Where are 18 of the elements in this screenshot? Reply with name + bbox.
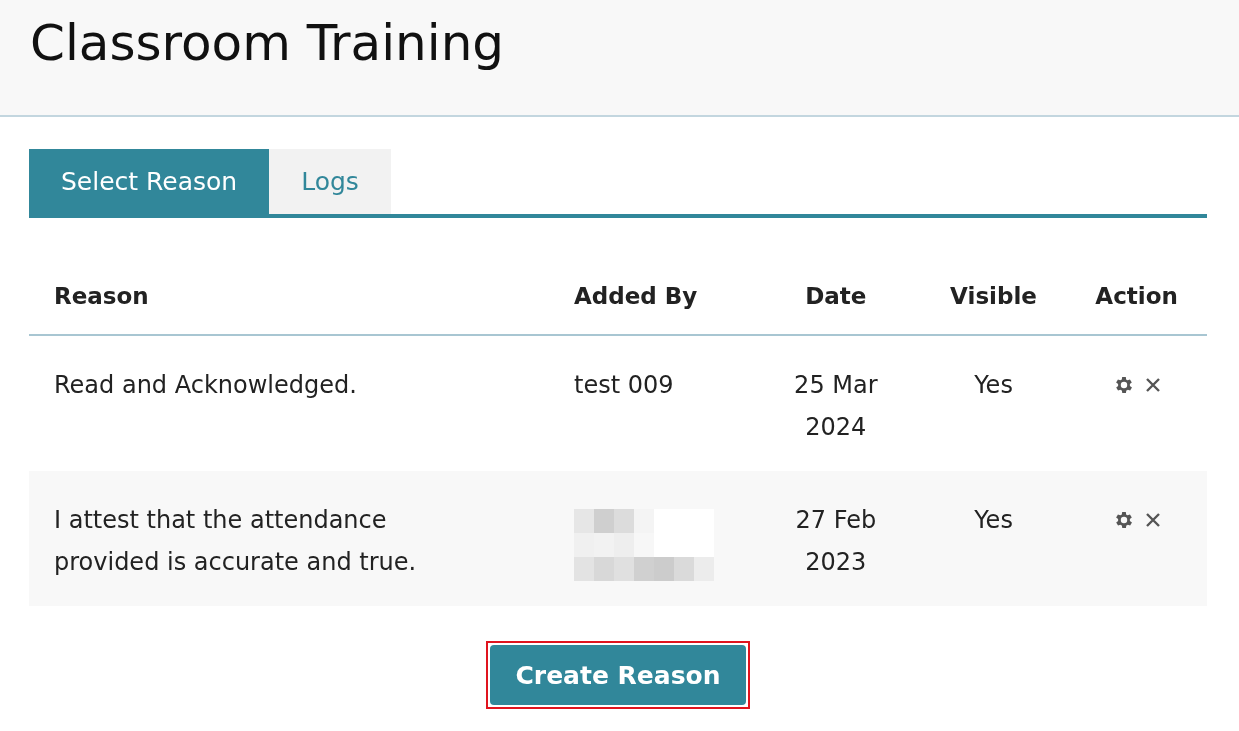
table-cell-text: I attest that the attendance provided is accurate and true. bbox=[54, 505, 418, 578]
column-header: Date bbox=[750, 258, 921, 335]
column-header: Action bbox=[1066, 258, 1207, 335]
create-reason-button[interactable]: Create Reason bbox=[490, 645, 746, 705]
page-title: Classroom Training bbox=[30, 14, 505, 72]
close-icon[interactable] bbox=[1144, 377, 1161, 393]
column-header: Visible bbox=[920, 258, 1067, 335]
table-cell-text: test 009 bbox=[574, 370, 674, 401]
table-cell-text: Read and Acknowledged. bbox=[54, 370, 357, 401]
column-header: Reason bbox=[29, 258, 549, 335]
table-cell-text: Yes bbox=[974, 505, 1013, 536]
column-header: Added By bbox=[549, 258, 751, 335]
tab[interactable]: Logs bbox=[269, 149, 391, 214]
table-cell-text: 25 Mar 2024 bbox=[793, 370, 879, 443]
table-cell-text: Yes bbox=[974, 370, 1013, 401]
table-cell-text: 27 Feb 2023 bbox=[794, 505, 878, 578]
tab[interactable]: Select Reason bbox=[29, 149, 270, 214]
close-icon[interactable] bbox=[1144, 512, 1161, 528]
